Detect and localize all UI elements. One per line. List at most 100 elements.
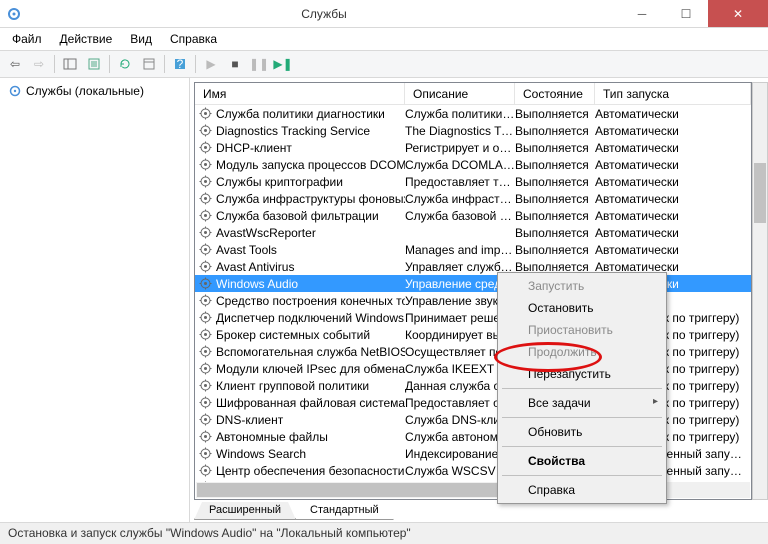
table-row[interactable]: Avast ToolsManages and imple…Выполняется… xyxy=(195,241,751,258)
restart-service-button[interactable]: ▶❚ xyxy=(272,53,294,75)
menu-view[interactable]: Вид xyxy=(122,30,160,48)
service-name: Вспомогательная служба NetBIOS через TCP… xyxy=(216,345,405,359)
table-row[interactable]: Avast AntivirusУправляет служба…Выполняе… xyxy=(195,258,751,275)
maximize-button[interactable]: ☐ xyxy=(664,0,708,27)
menu-item[interactable]: Все задачи xyxy=(500,392,664,414)
menu-item[interactable]: Справка xyxy=(500,479,664,501)
menu-file[interactable]: Файл xyxy=(4,30,50,48)
service-name: Модули ключей IPsec для обмена ключам… xyxy=(216,362,405,376)
service-start: Автоматически xyxy=(595,158,751,172)
tree-root-label: Службы (локальные) xyxy=(26,84,144,98)
tree-root-item[interactable]: Службы (локальные) xyxy=(6,82,183,100)
table-row[interactable]: Клиент групповой политикиДанная служба о… xyxy=(195,377,751,394)
service-name: DHCP-клиент xyxy=(216,141,292,155)
service-list: Имя Описание Состояние Тип запуска Служб… xyxy=(194,82,752,500)
tab-extended[interactable]: Расширенный xyxy=(194,502,296,520)
table-row[interactable]: Службы криптографии Предоставляет три…Вып… xyxy=(195,173,751,190)
service-start: Автоматически xyxy=(595,107,751,121)
table-row[interactable]: Служба базовой фильтрацииСлужба базовой … xyxy=(195,207,751,224)
table-row[interactable]: Служба политики диагностикиСлужба полити… xyxy=(195,105,751,122)
vertical-scrollbar[interactable] xyxy=(752,82,768,500)
col-description[interactable]: Описание xyxy=(405,83,515,104)
menu-item[interactable]: Перезапустить xyxy=(500,363,664,385)
service-desc: Регистрирует и об… xyxy=(405,141,515,155)
service-state: Выполняется xyxy=(515,209,595,223)
table-row[interactable]: DNS-клиентСлужба DNS-клие…чески (запуск … xyxy=(195,411,751,428)
table-row[interactable]: Вспомогательная служба NetBIOS через TCP… xyxy=(195,343,751,360)
menu-action[interactable]: Действие xyxy=(52,30,121,48)
pause-service-button[interactable]: ❚❚ xyxy=(248,53,270,75)
stop-service-button[interactable]: ■ xyxy=(224,53,246,75)
service-desc: Предоставляет три… xyxy=(405,175,515,189)
menu-item[interactable]: Обновить xyxy=(500,421,664,443)
table-row[interactable]: Автономные файлыСлужба автономн…чески (з… xyxy=(195,428,751,445)
menu-separator xyxy=(502,417,662,418)
table-row[interactable]: Модуль запуска процессов DCOM-сервераСлу… xyxy=(195,156,751,173)
table-row[interactable]: Windows AudioУправление средст…Выполняет… xyxy=(195,275,751,292)
service-name: Windows Audio xyxy=(216,277,298,291)
properties-button[interactable] xyxy=(138,53,160,75)
service-desc: Служба DCOMLAU… xyxy=(405,158,515,172)
table-row[interactable]: Модули ключей IPsec для обмена ключам…Сл… xyxy=(195,360,751,377)
service-start: Автоматически xyxy=(595,124,751,138)
show-hide-tree-button[interactable] xyxy=(59,53,81,75)
menu-item: Приостановить xyxy=(500,319,664,341)
menu-help[interactable]: Справка xyxy=(162,30,225,48)
table-row[interactable]: DHCP-клиент Регистрирует и об…Выполняется… xyxy=(195,139,751,156)
table-row[interactable]: Диспетчер подключений WindowsПринимает р… xyxy=(195,309,751,326)
table-row[interactable]: Центр обеспечения безопасностиСлужба WSC… xyxy=(195,462,751,479)
service-state: Выполняется xyxy=(515,226,595,240)
service-desc: Manages and imple… xyxy=(405,243,515,257)
window-title: Службы xyxy=(28,7,620,21)
service-state: Выполняется xyxy=(515,141,595,155)
table-row[interactable]: Брокер системных событийКоординирует вы…… xyxy=(195,326,751,343)
services-icon xyxy=(8,84,22,98)
service-state: Выполняется xyxy=(515,158,595,172)
context-menu: ЗапуститьОстановитьПриостановитьПродолжи… xyxy=(497,272,667,504)
minimize-button[interactable]: ─ xyxy=(620,0,664,27)
svg-text:?: ? xyxy=(177,57,184,71)
col-state[interactable]: Состояние xyxy=(515,83,595,104)
service-state: Выполняется xyxy=(515,175,595,189)
service-name: Шифрованная файловая система (EFS) xyxy=(216,396,405,410)
service-name: Автономные файлы xyxy=(216,430,328,444)
service-desc: Служба политики … xyxy=(405,107,515,121)
service-name: Windows Search xyxy=(216,447,306,461)
tab-standard[interactable]: Стандартный xyxy=(295,502,394,520)
service-state: Выполняется xyxy=(515,192,595,206)
service-name: Diagnostics Tracking Service xyxy=(216,124,370,138)
close-button[interactable]: ✕ xyxy=(708,0,768,27)
refresh-button[interactable] xyxy=(114,53,136,75)
table-row[interactable]: Средство построения конечных точек Win…У… xyxy=(195,292,751,309)
service-name: Служба базовой фильтрации xyxy=(216,209,379,223)
service-name: Средство построения конечных точек Win… xyxy=(216,294,405,308)
back-button[interactable]: ⇦ xyxy=(4,53,26,75)
service-name: Avast Antivirus xyxy=(216,260,294,274)
menu-separator xyxy=(502,446,662,447)
table-row[interactable]: Шифрованная файловая система (EFS)Предос… xyxy=(195,394,751,411)
app-icon xyxy=(0,7,28,21)
table-row[interactable]: AvastWscReporterВыполняетсяАвтоматически xyxy=(195,224,751,241)
menu-bar: Файл Действие Вид Справка xyxy=(0,28,768,50)
service-name: Avast Tools xyxy=(216,243,277,257)
table-row[interactable]: Служба инфраструктуры фоновых задачСлужб… xyxy=(195,190,751,207)
table-row[interactable]: Windows SearchИндексирование …чески (отл… xyxy=(195,445,751,462)
start-service-button[interactable]: ▶ xyxy=(200,53,222,75)
help-button[interactable]: ? xyxy=(169,53,191,75)
menu-item[interactable]: Остановить xyxy=(500,297,664,319)
service-start: Автоматически xyxy=(595,141,751,155)
service-desc: The Diagnostics Tra… xyxy=(405,124,515,138)
service-start: Автоматически xyxy=(595,209,751,223)
service-name: Службы криптографии xyxy=(216,175,343,189)
export-list-button[interactable] xyxy=(83,53,105,75)
table-row[interactable]: Diagnostics Tracking Service The Diagnost… xyxy=(195,122,751,139)
forward-button[interactable]: ⇨ xyxy=(28,53,50,75)
menu-item: Продолжить xyxy=(500,341,664,363)
col-startup[interactable]: Тип запуска xyxy=(595,83,751,104)
service-desc: Служба инфрастру… xyxy=(405,192,515,206)
status-bar: Остановка и запуск службы "Windows Audio… xyxy=(0,522,768,544)
tree-pane: Службы (локальные) xyxy=(0,78,190,522)
col-name[interactable]: Имя xyxy=(195,83,405,104)
menu-separator xyxy=(502,388,662,389)
menu-item[interactable]: Свойства xyxy=(500,450,664,472)
